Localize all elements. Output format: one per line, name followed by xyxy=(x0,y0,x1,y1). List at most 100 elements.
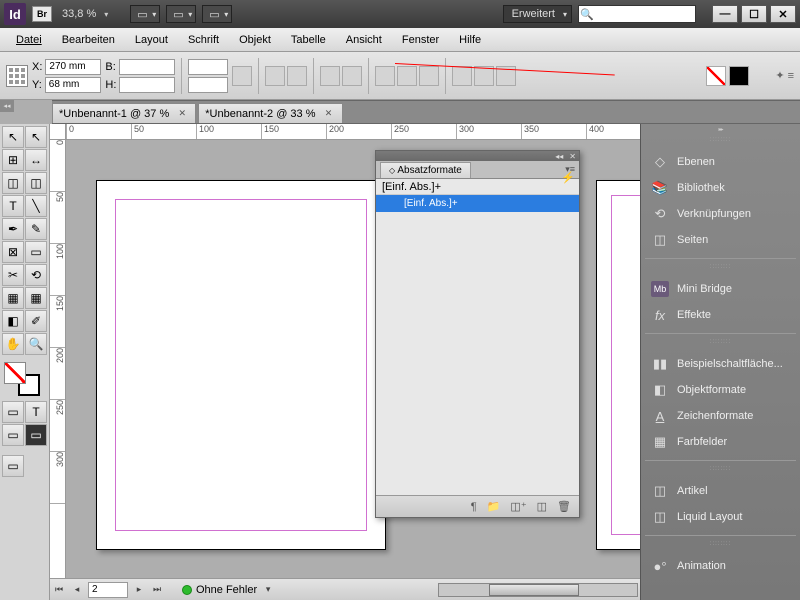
transform-tool[interactable]: ⟲ xyxy=(25,264,47,286)
arrange-select[interactable]: ▭ xyxy=(202,5,232,23)
pathfinder-icon[interactable] xyxy=(452,66,472,86)
tab-close-icon[interactable]: ✕ xyxy=(175,107,189,121)
preview-mode[interactable]: ▭ xyxy=(25,424,47,446)
page-number-input[interactable] xyxy=(88,582,128,598)
stroke-swatch[interactable] xyxy=(729,66,749,86)
new-group-icon[interactable]: 📁 xyxy=(487,500,501,513)
global-zoom[interactable]: 33,8 % xyxy=(62,8,96,20)
dock-seiten[interactable]: ◫Seiten xyxy=(641,227,800,253)
dock-objektformate[interactable]: ◧Objektformate xyxy=(641,377,800,403)
style-item-selected[interactable]: [Einf. Abs.]+ xyxy=(376,195,579,212)
collapse-icon[interactable]: ◂◂ xyxy=(555,152,563,161)
reference-point[interactable] xyxy=(6,65,28,87)
dock-artikel[interactable]: ◫Artikel xyxy=(641,478,800,504)
effects-icon[interactable] xyxy=(375,66,395,86)
panel-tab-absatzformate[interactable]: Absatzformate xyxy=(380,162,471,178)
horizontal-ruler[interactable]: 050100150200250300350400 xyxy=(66,124,640,140)
dock-zeichenformate[interactable]: AZeichenformate xyxy=(641,403,800,429)
preflight-menu-icon[interactable]: ▾ xyxy=(261,583,275,597)
close-button[interactable]: ✕ xyxy=(770,5,796,23)
eyedropper-tool[interactable]: ✐ xyxy=(25,310,47,332)
rotate-icon[interactable] xyxy=(265,66,285,86)
styles-list[interactable]: [Einf. Abs.]+ xyxy=(376,195,579,495)
frame-tool[interactable]: ⊠ xyxy=(2,241,24,263)
menu-fenster[interactable]: Fenster xyxy=(394,31,447,49)
scissors-tool[interactable]: ✂ xyxy=(2,264,24,286)
menu-datei[interactable]: Datei xyxy=(8,31,50,49)
panel-close-icon[interactable]: ✕ xyxy=(569,152,576,161)
page-spread-2[interactable] xyxy=(596,180,640,550)
ruler-origin[interactable] xyxy=(50,124,66,140)
note-tool[interactable]: ◧ xyxy=(2,310,24,332)
doc-tab-1[interactable]: *Unbenannt-1 @ 37 %✕ xyxy=(52,103,196,123)
quick-apply-icon[interactable]: ✦ xyxy=(775,69,784,82)
selection-tool[interactable]: ↖ xyxy=(2,126,24,148)
fill-swatch[interactable] xyxy=(706,66,726,86)
flip-icon[interactable] xyxy=(287,66,307,86)
menu-ansicht[interactable]: Ansicht xyxy=(338,31,390,49)
scale-x[interactable] xyxy=(188,59,228,75)
last-page-icon[interactable]: ⏭ xyxy=(150,583,164,597)
menu-objekt[interactable]: Objekt xyxy=(231,31,279,49)
dock-liquid-layout[interactable]: ◫Liquid Layout xyxy=(641,504,800,530)
page-spread[interactable] xyxy=(96,180,386,550)
page-tool[interactable]: ⊞ xyxy=(2,149,24,171)
first-page-icon[interactable]: ⏮ xyxy=(52,583,66,597)
gap-tool[interactable]: ↔ xyxy=(25,149,47,171)
content-placer-tool[interactable]: ◫ xyxy=(25,172,47,194)
dock-bibliothek[interactable]: 📚Bibliothek xyxy=(641,175,800,201)
normal-view[interactable]: ▭ xyxy=(2,424,24,446)
pencil-tool[interactable]: ✎ xyxy=(25,218,47,240)
workspace-select[interactable]: Erweitert xyxy=(503,5,572,23)
corner-icon[interactable] xyxy=(419,66,439,86)
w-input[interactable] xyxy=(119,59,175,75)
prev-page-icon[interactable]: ◂ xyxy=(70,583,84,597)
preflight-status-text[interactable]: Ohne Fehler xyxy=(196,584,257,596)
menu-schrift[interactable]: Schrift xyxy=(180,31,227,49)
dock-verknuepfungen[interactable]: ⟲Verknüpfungen xyxy=(641,201,800,227)
x-input[interactable] xyxy=(45,59,101,75)
wrap-icon[interactable] xyxy=(397,66,417,86)
preflight-status-icon[interactable] xyxy=(182,585,192,595)
maximize-button[interactable]: ☐ xyxy=(741,5,767,23)
h-input[interactable] xyxy=(119,77,175,93)
quick-apply-icon[interactable]: ⚡ xyxy=(561,171,575,184)
panel-drag-handle[interactable]: ◂◂ ✕ xyxy=(376,151,579,161)
tab-close-icon[interactable]: ✕ xyxy=(322,107,336,121)
horizontal-scrollbar[interactable] xyxy=(438,583,638,597)
view-options-select[interactable]: ▭ xyxy=(130,5,160,23)
rectangle-tool[interactable]: ▭ xyxy=(25,241,47,263)
dock-beispielschaltflaeche[interactable]: ▮▮Beispielschaltfläche... xyxy=(641,351,800,377)
scale-y[interactable] xyxy=(188,77,228,93)
delete-style-icon[interactable]: 🗑 xyxy=(557,500,571,513)
gradient-tool[interactable]: ▦ xyxy=(2,287,24,309)
gradient-feather-tool[interactable]: ▦ xyxy=(25,287,47,309)
line-tool[interactable]: ╲ xyxy=(25,195,47,217)
new-style-icon[interactable]: ◫⁺ xyxy=(510,500,526,513)
minimize-button[interactable]: — xyxy=(712,5,738,23)
screen-mode-select[interactable]: ▭ xyxy=(166,5,196,23)
collapse-toggle[interactable]: ◂◂ xyxy=(0,100,14,112)
constrain-icon[interactable] xyxy=(232,66,252,86)
options-icon[interactable]: ◫ xyxy=(537,500,547,513)
y-input[interactable] xyxy=(45,77,101,93)
menu-layout[interactable]: Layout xyxy=(127,31,176,49)
hand-tool[interactable]: ✋ xyxy=(2,333,24,355)
fill-icon[interactable] xyxy=(320,66,340,86)
search-input[interactable] xyxy=(595,6,695,22)
dock-animation[interactable]: ●°Animation xyxy=(641,553,800,579)
scroll-thumb[interactable] xyxy=(489,584,579,596)
direct-selection-tool[interactable]: ↖ xyxy=(25,126,47,148)
zoom-tool[interactable]: 🔍 xyxy=(25,333,47,355)
menu-bearbeiten[interactable]: Bearbeiten xyxy=(54,31,123,49)
dock-collapse[interactable] xyxy=(641,124,800,134)
search-field[interactable]: 🔍 xyxy=(578,5,696,23)
type-tool[interactable]: T xyxy=(2,195,24,217)
bridge-badge[interactable]: Br xyxy=(32,6,52,22)
pen-tool[interactable]: ✒ xyxy=(2,218,24,240)
dock-effekte[interactable]: fxEffekte xyxy=(641,302,800,328)
fill-stroke-control[interactable] xyxy=(2,362,42,396)
menu-hilfe[interactable]: Hilfe xyxy=(451,31,489,49)
clear-override-icon[interactable]: ¶ xyxy=(471,501,477,513)
dock-mini-bridge[interactable]: MbMini Bridge xyxy=(641,276,800,302)
